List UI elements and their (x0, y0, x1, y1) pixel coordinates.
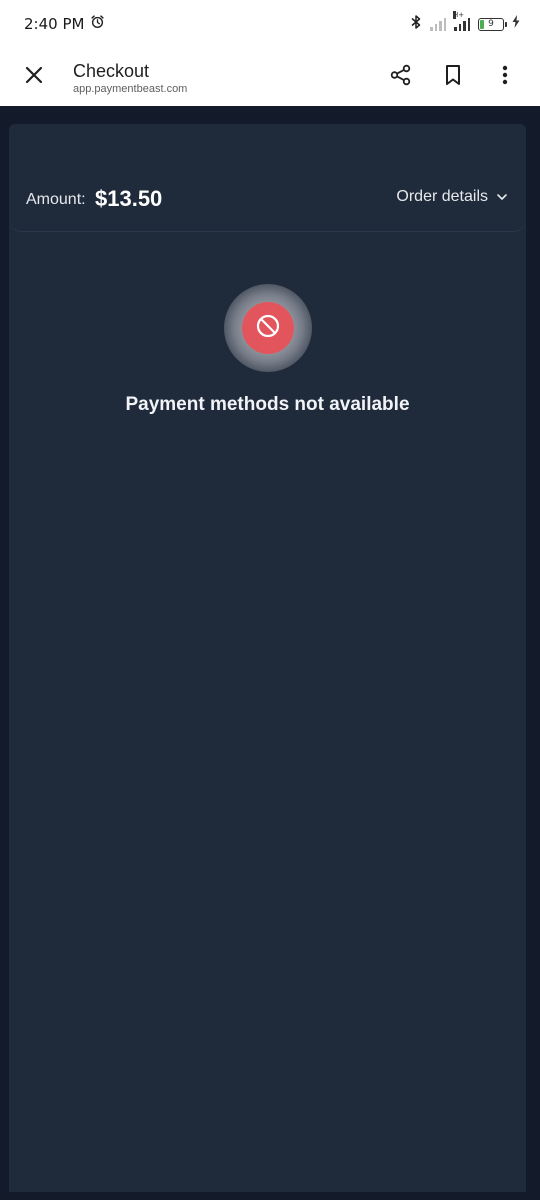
page-title: Checkout (73, 60, 150, 81)
amount-row: Amount: $13.50 Order details (9, 124, 526, 232)
battery-fill (480, 19, 484, 29)
share-icon (390, 64, 412, 91)
battery-level: 9 (488, 19, 494, 29)
browser-toolbar: Checkout app.paymentbeast.com (0, 48, 540, 106)
order-details-toggle[interactable]: Order details (396, 188, 508, 206)
status-left: 2:40 PM (24, 14, 105, 34)
bookmark-icon (444, 64, 462, 91)
battery-icon: 9 (478, 17, 507, 31)
chevron-down-icon (496, 188, 508, 206)
checkout-panel: Amount: $13.50 Order details Payment met… (9, 124, 526, 1192)
alarm-icon (90, 14, 105, 34)
network-label: H+ (453, 11, 465, 19)
more-options-button[interactable] (481, 53, 529, 101)
error-message: Payment methods not available (125, 394, 410, 415)
blocked-icon (255, 313, 281, 344)
toolbar-actions (377, 53, 529, 101)
title-block: Checkout app.paymentbeast.com (73, 60, 187, 95)
error-icon-halo (223, 284, 312, 372)
error-state: Payment methods not available (9, 284, 526, 416)
close-icon (25, 66, 43, 89)
status-bar: 2:40 PM H+ 9 (0, 0, 540, 48)
error-icon-circle (241, 302, 294, 354)
amount-label: Amount: (26, 191, 86, 208)
amount-value: $13.50 (95, 186, 163, 211)
status-time: 2:40 PM (24, 15, 85, 33)
signal-icon (430, 17, 446, 31)
bookmark-button[interactable] (429, 53, 477, 101)
share-button[interactable] (377, 53, 425, 101)
page-url: app.paymentbeast.com (73, 82, 188, 95)
charging-icon (512, 15, 520, 33)
close-button[interactable] (10, 53, 58, 101)
order-details-label: Order details (396, 188, 488, 205)
signal-icon: H+ (453, 11, 470, 31)
status-right: H+ 9 (410, 11, 520, 35)
more-vertical-icon (502, 65, 508, 90)
bluetooth-icon (410, 14, 422, 35)
